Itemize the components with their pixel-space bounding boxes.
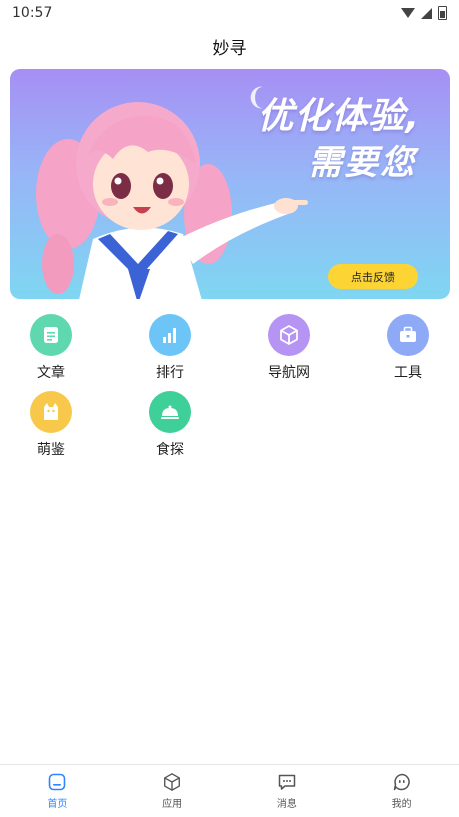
food-cloche-icon xyxy=(149,391,191,433)
wifi-icon xyxy=(401,8,415,18)
cube-icon xyxy=(164,773,181,791)
status-bar: 10:57 xyxy=(0,0,459,26)
feedback-button[interactable]: 点击反馈 xyxy=(328,264,418,289)
nav-messages[interactable]: 消息 xyxy=(230,765,345,817)
cat-icon xyxy=(30,391,72,433)
home-icon xyxy=(49,773,66,791)
page-title: 妙寻 xyxy=(212,38,247,59)
grid-item-label: 文章 xyxy=(37,365,65,381)
bar-chart-icon xyxy=(149,314,191,356)
profile-icon xyxy=(393,773,410,791)
feedback-banner[interactable]: ❨ 优化体验, 需要您 点击反馈 xyxy=(10,69,450,299)
grid-item-label: 排行 xyxy=(156,365,184,381)
banner-headline-line1: 优化体验, xyxy=(257,96,420,137)
signal-icon xyxy=(421,7,432,19)
grid-item-articles[interactable]: 文章 xyxy=(11,314,91,382)
status-time: 10:57 xyxy=(12,5,53,21)
grid-item-label: 工具 xyxy=(394,365,422,381)
grid-item-label: 萌鉴 xyxy=(37,442,65,458)
grid-item-ranking[interactable]: 排行 xyxy=(130,314,210,382)
grid-item-tools[interactable]: 工具 xyxy=(368,314,448,382)
grid-item-pet-guide[interactable]: 萌鉴 xyxy=(11,391,91,459)
nav-apps[interactable]: 应用 xyxy=(115,765,230,817)
message-icon xyxy=(278,774,296,790)
grid-item-food-explore[interactable]: 食探 xyxy=(130,391,210,459)
bottom-navigation: 首页 应用 消息 我的 xyxy=(0,764,459,817)
status-icons xyxy=(401,6,447,20)
nav-label: 首页 xyxy=(47,799,68,810)
banner-headline-line2: 需要您 xyxy=(308,143,416,183)
nav-profile[interactable]: 我的 xyxy=(344,765,459,817)
cube-icon xyxy=(268,314,310,356)
app-header: 妙寻 xyxy=(0,26,459,66)
toolbox-icon xyxy=(387,314,429,356)
grid-item-navigation-sites[interactable]: 导航网 xyxy=(249,314,329,382)
nav-label: 应用 xyxy=(162,799,183,810)
document-icon xyxy=(30,314,72,356)
nav-label: 我的 xyxy=(391,799,412,810)
nav-home[interactable]: 首页 xyxy=(0,765,115,817)
grid-item-label: 导航网 xyxy=(268,365,310,381)
nav-label: 消息 xyxy=(276,799,297,810)
grid-item-label: 食探 xyxy=(156,442,184,458)
battery-icon xyxy=(438,6,447,20)
